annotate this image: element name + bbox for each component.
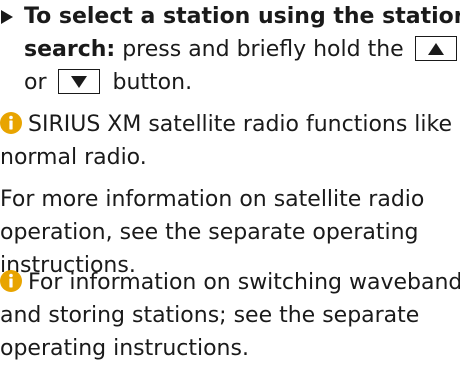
up-arrow-icon [427, 42, 444, 55]
step-text-or: or [24, 70, 47, 95]
info-note-satellite: SIRIUS XM satellite radio functions like… [0, 108, 460, 282]
up-button [414, 36, 457, 61]
step-line-3: or button. [24, 66, 460, 99]
info-note-waveband: For information on switching waveband an… [0, 266, 460, 365]
step-text-button: button. [112, 70, 193, 95]
triangle-right-icon [0, 0, 20, 33]
info-icon [0, 270, 22, 292]
note1-line-2: normal radio. [0, 145, 147, 170]
step-heading-part1: To select a station using the station [24, 4, 460, 29]
step-line-2: search: press and briefly hold the [24, 33, 460, 66]
instruction-step: To select a station using the station se… [0, 0, 460, 99]
note1-line-1: SIRIUS XM satellite radio functions like… [0, 108, 460, 141]
note1-line-3: For more information on satellite radio [0, 187, 425, 212]
note1-line-4: operation, see the separate operating [0, 220, 419, 245]
note2-line-2: and storing stations; see the separate [0, 303, 420, 328]
manual-page: To select a station using the station se… [0, 0, 460, 369]
down-arrow-icon [70, 75, 87, 88]
step-text-hold: press and briefly hold the [122, 37, 404, 62]
step-line-1: To select a station using the station [24, 0, 460, 33]
note1-text-1: SIRIUS XM satellite radio functions like… [28, 112, 460, 137]
note2-line-1: For information on switching waveband [0, 266, 460, 299]
info-icon [0, 112, 22, 134]
note2-text-1: For information on switching waveband [28, 270, 460, 295]
down-button [57, 69, 100, 94]
note2-line-3: operating instructions. [0, 336, 249, 361]
step-heading-part2: search: [24, 37, 116, 62]
